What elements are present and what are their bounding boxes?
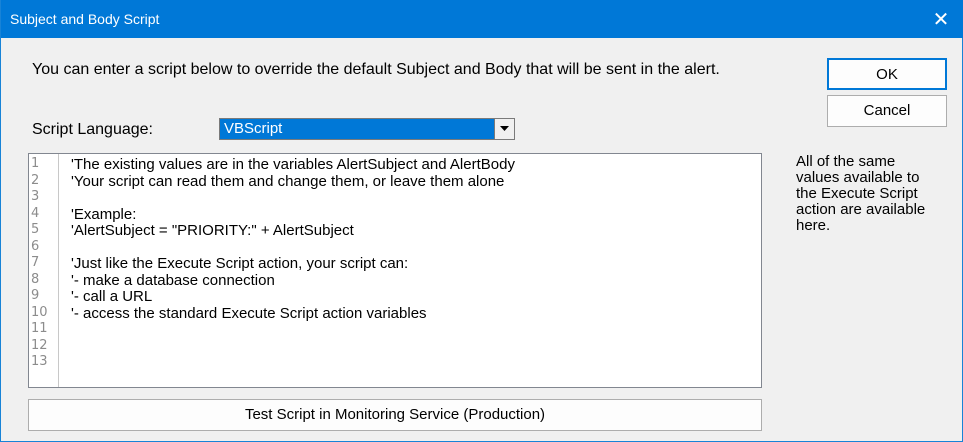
line-number: 1	[31, 156, 40, 171]
script-language-selected-value: VBScript	[220, 119, 494, 139]
cancel-button[interactable]: Cancel	[827, 95, 947, 127]
code-line: 'Just like the Execute Script action, yo…	[71, 255, 409, 272]
line-number: 11	[31, 321, 48, 336]
close-icon[interactable]: ✕	[918, 0, 963, 38]
script-language-select[interactable]: VBScript	[219, 118, 515, 140]
code-line: 'The existing values are in the variable…	[71, 156, 515, 173]
line-number: 9	[31, 288, 40, 303]
line-number: 8	[31, 271, 40, 287]
script-language-label: Script Language:	[32, 121, 153, 138]
line-number-gutter: 1 2 3 4 5 6 7 8 9 10 11 12 13	[29, 154, 59, 387]
ok-button[interactable]: OK	[827, 58, 947, 90]
code-line: '- make a database connection	[71, 271, 275, 289]
subject-body-script-dialog: Subject and Body Script ✕ You can enter …	[0, 0, 963, 442]
line-number: 12	[31, 337, 48, 353]
script-editor[interactable]: 1 2 3 4 5 6 7 8 9 10 11 12 13 'The existing values a…	[28, 153, 762, 388]
line-number: 4	[31, 205, 40, 221]
line-number: 5	[31, 222, 40, 237]
window-title: Subject and Body Script	[10, 11, 160, 27]
code-line: 'Your script can read them and change th…	[71, 172, 505, 190]
code-line: '- access the standard Execute Script ac…	[71, 304, 427, 322]
line-number: 3	[31, 189, 40, 204]
line-number: 10	[31, 304, 48, 320]
line-number: 2	[31, 172, 40, 188]
title-bar: Subject and Body Script ✕	[1, 0, 963, 38]
code-line: 'Example:	[71, 205, 137, 223]
line-number: 7	[31, 255, 40, 270]
intro-text: You can enter a script below to override…	[32, 61, 720, 78]
dropdown-arrow-icon[interactable]	[494, 119, 514, 139]
test-script-button[interactable]: Test Script in Monitoring Service (Produ…	[28, 399, 762, 431]
line-number: 13	[31, 354, 48, 369]
line-number: 6	[31, 238, 40, 254]
side-note: All of the same values available to the …	[796, 153, 926, 234]
code-line: '- call a URL	[71, 288, 153, 305]
code-line: 'AlertSubject = "PRIORITY:" + AlertSubje…	[71, 222, 354, 239]
